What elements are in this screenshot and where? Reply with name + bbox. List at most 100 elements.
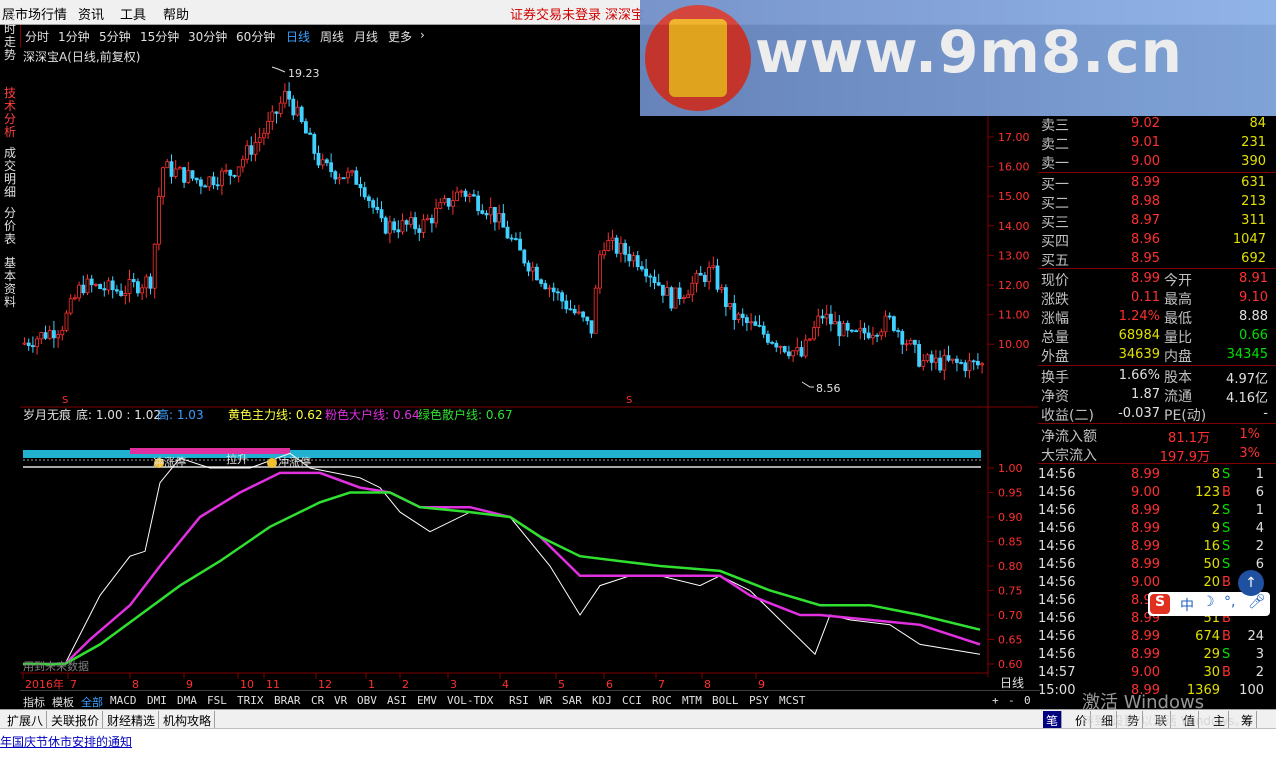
candle-body: [501, 213, 506, 228]
candle-body: [266, 120, 271, 134]
punctuation-icon[interactable]: °,: [1224, 594, 1235, 610]
indicator-sar[interactable]: SAR: [562, 694, 582, 707]
candle-body: [299, 106, 304, 122]
candle-body: [866, 332, 871, 339]
candle-body: [341, 177, 346, 180]
indicator-vol-tdx[interactable]: VOL-TDX: [447, 694, 493, 707]
indicator-模板[interactable]: 模板: [52, 694, 74, 710]
indicator-vr[interactable]: VR: [334, 694, 347, 707]
indicator-mtm[interactable]: MTM: [682, 694, 702, 707]
period-weekly[interactable]: 周线: [320, 28, 344, 45]
exchange-warning[interactable]: 深深宝: [605, 4, 644, 23]
indicator-wr[interactable]: WR: [539, 694, 552, 707]
stat-label: 今开: [1164, 273, 1192, 289]
period-daily[interactable]: 日线: [286, 28, 310, 45]
candle-body: [396, 229, 401, 233]
period-more[interactable]: 更多: [388, 28, 412, 45]
indicator-brar[interactable]: BRAR: [274, 694, 301, 707]
tab-fundamentals[interactable]: 基本资料: [2, 257, 18, 313]
indicator-fsl[interactable]: FSL: [207, 694, 227, 707]
indicator-control[interactable]: -: [1008, 694, 1015, 707]
tick-volume: 16: [1203, 539, 1220, 554]
tab-trades[interactable]: 成交明细: [2, 147, 18, 203]
ime-mode[interactable]: 中: [1180, 595, 1194, 615]
status-bar: 年国庆节休市安排的通知: [0, 728, 1276, 760]
chevron-right-icon[interactable]: ›: [420, 28, 425, 42]
ask-price: 9.01: [1131, 135, 1160, 150]
period-60min[interactable]: 60分钟: [236, 28, 275, 45]
moon-icon[interactable]: ☽: [1202, 594, 1215, 610]
candle-body: [194, 177, 199, 181]
indicator-macd[interactable]: MACD: [110, 694, 137, 707]
indicator-emv[interactable]: EMV: [417, 694, 437, 707]
period-30min[interactable]: 30分钟: [188, 28, 227, 45]
bid-volume: 631: [1241, 175, 1266, 190]
indicator-cci[interactable]: CCI: [622, 694, 642, 707]
activation-watermark: 激活 Windows: [1082, 692, 1205, 713]
date-tick-label: 9: [758, 678, 765, 690]
login-warning[interactable]: 证券交易未登录: [510, 4, 601, 23]
tick-time: 14:57: [1038, 665, 1076, 680]
bid-volume: 213: [1241, 194, 1266, 209]
candle-body: [383, 217, 388, 234]
date-tick-label: 8: [132, 678, 139, 690]
candle-body: [686, 294, 690, 298]
tab-timeshare[interactable]: 分时走势: [2, 10, 18, 66]
tick-direction: S: [1222, 467, 1231, 482]
period-15min[interactable]: 15分钟: [140, 28, 179, 45]
candle-body: [358, 183, 363, 189]
candle-body: [387, 221, 392, 234]
candle-body: [648, 275, 653, 278]
menu-news[interactable]: 资讯: [78, 4, 104, 23]
indicator-tick-label: 0.65: [998, 634, 1023, 647]
candle-body: [400, 220, 405, 233]
signal-coin-icon: [267, 458, 277, 468]
indicator-dmi[interactable]: DMI: [147, 694, 167, 707]
candle-body: [522, 249, 527, 264]
ad-banner[interactable]: www.9m8.cn: [640, 0, 1276, 116]
indicator-trix[interactable]: TRIX: [237, 694, 264, 707]
stat-label: 内盘: [1164, 349, 1192, 365]
period-5min[interactable]: 5分钟: [99, 28, 131, 45]
indicator-全部[interactable]: 全部: [81, 694, 103, 710]
indicator-roc[interactable]: ROC: [652, 694, 672, 707]
tab-technical[interactable]: 技术分析: [2, 87, 18, 143]
candle-body: [455, 191, 460, 202]
candle-body: [812, 327, 816, 340]
flow-label: 净流入额: [1041, 429, 1097, 445]
indicator-control[interactable]: 0: [1024, 694, 1031, 707]
candle-body: [52, 330, 56, 339]
tab-price-table[interactable]: 分价表: [2, 207, 18, 251]
stat-label: 最低: [1164, 311, 1192, 327]
indicator-dma[interactable]: DMA: [177, 694, 197, 707]
indicator-psy[interactable]: PSY: [749, 694, 769, 707]
kline-chart[interactable]: 17.0016.0015.0014.0013.0012.0011.0010.00…: [20, 47, 1038, 690]
candle-body: [165, 161, 170, 169]
indicator-指标[interactable]: 指标: [23, 694, 45, 710]
indicator-kdj[interactable]: KDJ: [592, 694, 612, 707]
menu-tools[interactable]: 工具: [120, 4, 146, 23]
floating-up-icon[interactable]: ↑: [1238, 570, 1264, 596]
date-tick-label: 2: [402, 678, 409, 690]
period-monthly[interactable]: 月线: [354, 28, 378, 45]
notice-link[interactable]: 年国庆节休市安排的通知: [0, 733, 132, 750]
pink-line-label: 粉色大户线: 0.64: [325, 407, 420, 422]
indicator-mcst[interactable]: MCST: [779, 694, 806, 707]
indicator-rsi[interactable]: RSI: [509, 694, 529, 707]
candle-body: [921, 360, 926, 367]
flow-pct: 3%: [1239, 446, 1260, 461]
indicator-cr[interactable]: CR: [311, 694, 324, 707]
candle-body: [177, 167, 182, 170]
candle-body: [816, 315, 821, 328]
indicator-asi[interactable]: ASI: [387, 694, 407, 707]
period-1min[interactable]: 1分钟: [58, 28, 90, 45]
indicator-obv[interactable]: OBV: [357, 694, 377, 707]
indicator-control[interactable]: +: [992, 694, 999, 707]
candle-body: [572, 308, 577, 314]
indicator-boll[interactable]: BOLL: [712, 694, 739, 707]
candle-body: [635, 255, 640, 268]
period-timeshare[interactable]: 分时: [25, 28, 49, 45]
menu-help[interactable]: 帮助: [163, 4, 189, 23]
microphone-icon[interactable]: 🎤︎: [1248, 594, 1266, 610]
chart-background: [20, 47, 1038, 690]
